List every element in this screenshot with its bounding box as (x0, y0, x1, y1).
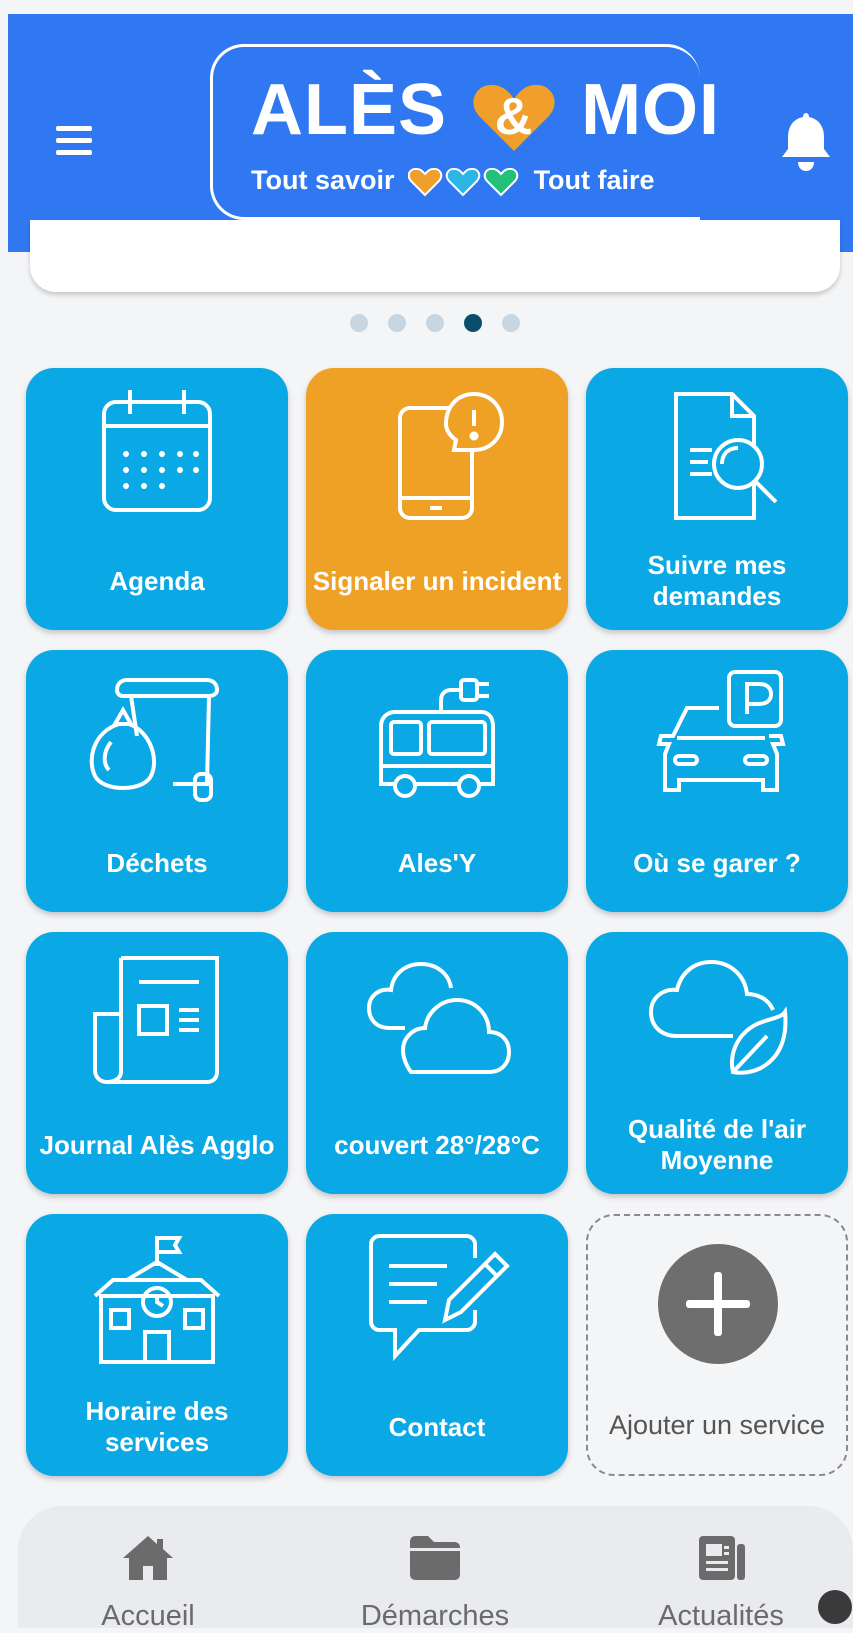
tile-weather[interactable]: couvert 28°/28°C (306, 932, 568, 1194)
tile-label: Qualité de l'air Moyenne (627, 1114, 807, 1175)
tile-label: Contact (388, 1411, 486, 1442)
phone-alert-icon (398, 391, 505, 520)
tile-parking[interactable]: Où se garer ? (586, 650, 848, 912)
document-search-icon (674, 392, 778, 520)
tile-waste[interactable]: Déchets (26, 650, 288, 912)
logo-title-left: ALÈS (251, 70, 448, 150)
nav-label: Actualités (658, 1600, 784, 1632)
folder-icon (410, 1536, 460, 1580)
tile-service-hours[interactable]: Horaire des services (26, 1214, 288, 1476)
carousel-dot[interactable] (426, 314, 444, 332)
tile-contact[interactable]: Contact (306, 1214, 568, 1476)
tile-journal[interactable]: Journal Alès Agglo (26, 932, 288, 1194)
logo-title-right: MOI (581, 70, 721, 150)
carousel-dot[interactable] (388, 314, 406, 332)
tile-agenda[interactable]: Agenda (26, 368, 288, 630)
plus-icon (658, 1244, 778, 1364)
nav-home[interactable]: Accueil (18, 1506, 278, 1632)
menu-button[interactable] (46, 114, 102, 164)
calendar-icon (102, 390, 212, 512)
tile-report-incident[interactable]: Signaler un incident (306, 368, 568, 630)
clouds-icon (366, 961, 512, 1074)
home-icon (123, 1536, 173, 1580)
tile-add-service[interactable]: Ajouter un service (586, 1214, 848, 1476)
nav-label: Démarches (360, 1600, 510, 1632)
carousel-card[interactable] (30, 220, 840, 292)
tile-label: couvert 28°/28°C (334, 1129, 540, 1160)
nav-label: Accueil (101, 1600, 195, 1632)
nav-news[interactable]: Actualités (591, 1506, 851, 1632)
tile-label: Déchets (106, 847, 208, 878)
hearts-icon (408, 167, 519, 197)
tile-air-quality[interactable]: Qualité de l'air Moyenne (586, 932, 848, 1194)
cloud-leaf-icon (648, 959, 788, 1075)
app-header: ALÈS & MOI Tout savoir Tout faire (8, 14, 853, 252)
tile-label: Agenda (109, 565, 205, 596)
tile-label: Ajouter un service (608, 1409, 826, 1440)
tile-label: Horaire des services (85, 1396, 229, 1457)
car-parking-icon (656, 670, 786, 792)
tile-label: Suivre mes demandes (647, 550, 787, 611)
tile-label: Où se garer ? (633, 847, 801, 878)
trash-bin-icon (89, 678, 220, 802)
electric-bus-icon (379, 678, 495, 798)
carousel-dot-active[interactable] (464, 314, 482, 332)
logo-tagline-left: Tout savoir (251, 165, 395, 195)
tile-alesy[interactable]: Ales'Y (306, 650, 568, 912)
tile-label: Journal Alès Agglo (39, 1129, 275, 1160)
carousel-pagination (350, 314, 530, 334)
carousel-dot[interactable] (350, 314, 368, 332)
tile-label: Ales'Y (397, 847, 477, 878)
hamburger-menu-icon (56, 126, 92, 131)
newspaper-icon (93, 956, 219, 1085)
news-icon (699, 1536, 745, 1580)
notifications-button[interactable] (778, 109, 848, 181)
message-edit-icon (369, 1234, 510, 1362)
screen-search-icon[interactable] (818, 1590, 852, 1624)
bottom-navigation: Accueil Démarches Actualités (18, 1506, 853, 1632)
app-logo: ALÈS & MOI Tout savoir Tout faire (210, 44, 719, 220)
nav-procedures[interactable]: Démarches (305, 1506, 565, 1632)
logo-ampersand: & (494, 88, 534, 146)
logo-tagline-right: Tout faire (533, 165, 655, 195)
tile-follow-requests[interactable]: Suivre mes demandes (586, 368, 848, 630)
tile-label: Signaler un incident (312, 565, 562, 596)
bell-icon (782, 113, 830, 171)
carousel-dot[interactable] (502, 314, 520, 332)
town-hall-icon (93, 1236, 221, 1364)
